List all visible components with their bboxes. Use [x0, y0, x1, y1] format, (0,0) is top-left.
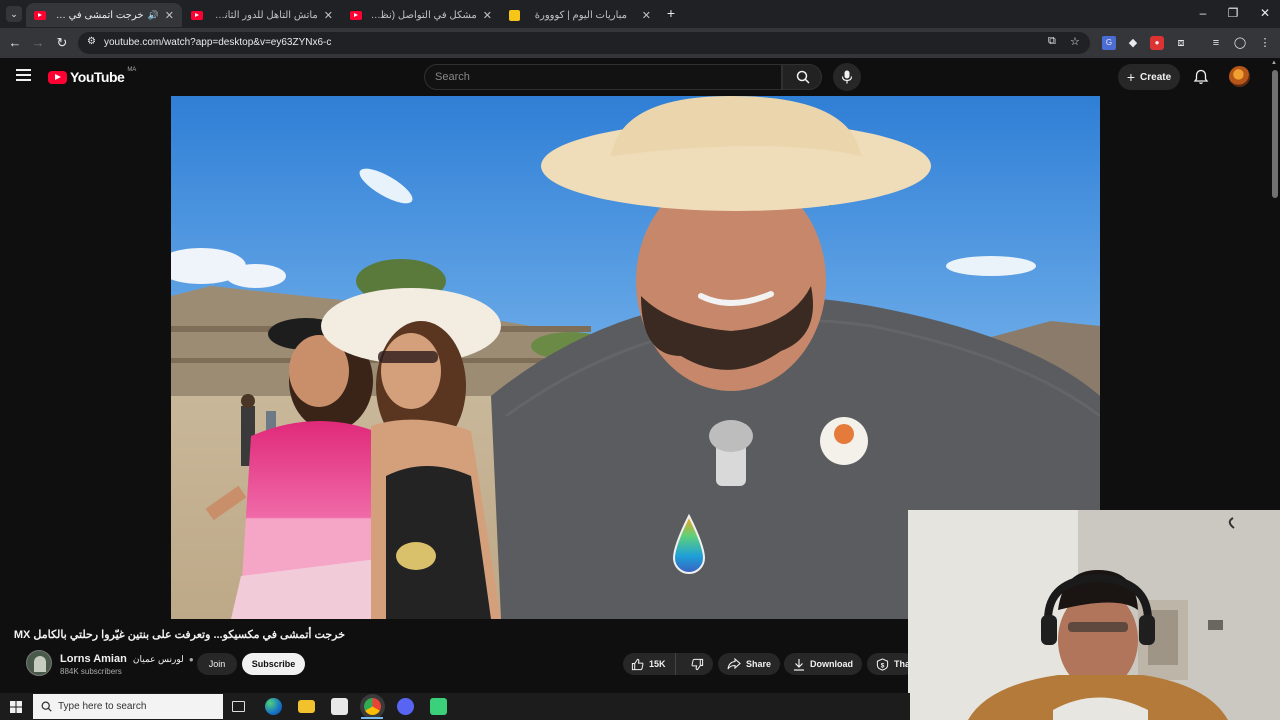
- video-title: خرجت أتمشى في مكسيكو... وتعرفت على بنتين…: [13, 629, 345, 641]
- taskbar-search-input[interactable]: Type here to search: [33, 694, 223, 719]
- webcam-frame: [908, 510, 1280, 720]
- download-icon: [794, 658, 804, 671]
- mic-icon: [841, 70, 853, 84]
- taskbar-search-placeholder: Type here to search: [58, 701, 147, 712]
- create-button[interactable]: + Create: [1118, 64, 1180, 90]
- like-dislike-group: 15K: [623, 653, 713, 675]
- create-label: Create: [1140, 71, 1172, 83]
- search-input[interactable]: Search: [424, 64, 782, 90]
- windows-icon[interactable]: [10, 701, 22, 713]
- search-icon: [796, 70, 810, 84]
- diamond-extension-icon[interactable]: ◆: [1126, 36, 1140, 50]
- scroll-up-arrow-icon[interactable]: ▲: [1271, 60, 1277, 66]
- new-tab-button[interactable]: +: [664, 5, 678, 21]
- tab-close-icon[interactable]: ✕: [477, 9, 492, 22]
- task-view-icon[interactable]: [232, 701, 245, 712]
- store-icon[interactable]: [331, 698, 348, 715]
- address-bar[interactable]: ⚙ youtube.com/watch?app=desktop&v=ey63ZY…: [78, 32, 1090, 54]
- translate-extension-icon[interactable]: G: [1102, 36, 1116, 50]
- youtube-logo[interactable]: YouTube MA: [48, 67, 137, 86]
- reload-button[interactable]: ↻: [53, 35, 71, 51]
- menu-icon[interactable]: [16, 69, 31, 81]
- app-green-icon[interactable]: [430, 698, 447, 715]
- close-window-button[interactable]: ✕: [1250, 6, 1280, 20]
- tab-close-icon[interactable]: ✕: [159, 9, 174, 22]
- browser-tab-2[interactable]: ماتش التأهل للدور الثاني؟ (التشكيلة ✕: [183, 3, 341, 27]
- browser-toolbar: ← → ↻ ⚙ youtube.com/watch?app=desktop&v=…: [0, 28, 1280, 58]
- youtube-favicon-icon: [350, 10, 362, 20]
- search-icon: [41, 701, 52, 712]
- file-explorer-icon[interactable]: [298, 700, 315, 713]
- tab-search-button[interactable]: ⌄: [6, 6, 22, 22]
- thanks-icon: $: [876, 657, 889, 671]
- profile-icon[interactable]: ◯: [1233, 36, 1247, 50]
- browser-tab-strip: ⌄ خرجت أتمشى في مكسيكو... 🔊 ✕ ماتش التأه…: [0, 0, 1280, 28]
- search-placeholder: Search: [435, 71, 470, 83]
- youtube-logo-text: YouTube: [70, 69, 125, 85]
- country-code: MA: [127, 67, 137, 73]
- youtube-header: YouTube MA Search + Create: [0, 58, 1280, 96]
- verified-badge-icon: ●: [188, 655, 194, 664]
- dislike-button[interactable]: [681, 653, 713, 675]
- back-button[interactable]: ←: [6, 35, 24, 50]
- edge-icon[interactable]: [265, 698, 282, 715]
- like-button[interactable]: 15K: [623, 653, 677, 675]
- dislike-icon: [691, 658, 703, 670]
- bell-icon[interactable]: [1193, 69, 1209, 85]
- media-controls-icon[interactable]: ≡: [1209, 36, 1223, 50]
- download-button[interactable]: Download: [784, 653, 862, 675]
- extensions-puzzle-icon[interactable]: ⧈: [1174, 36, 1188, 50]
- chrome-icon[interactable]: [364, 698, 381, 715]
- scrollbar-thumb[interactable]: [1272, 70, 1278, 198]
- svg-text:$: $: [881, 662, 885, 669]
- browser-tab-4[interactable]: مباريات اليوم | كووورة ✕: [501, 3, 659, 27]
- tab-title: خرجت أتمشى في مكسيكو...: [52, 9, 144, 21]
- like-count: 15K: [649, 659, 666, 669]
- tab-title: ماتش التأهل للدور الثاني؟ (التشكيلة: [209, 9, 318, 21]
- youtube-favicon-icon: [191, 10, 203, 20]
- install-app-icon[interactable]: ⧉: [1048, 35, 1056, 48]
- restore-button[interactable]: ❐: [1218, 6, 1248, 20]
- join-button[interactable]: Join: [197, 653, 237, 675]
- windows-taskbar: Type here to search: [0, 693, 910, 720]
- red-extension-icon[interactable]: ●: [1150, 36, 1164, 50]
- account-avatar[interactable]: [1229, 66, 1250, 87]
- youtube-play-logo-icon: [48, 70, 67, 84]
- chrome-menu-icon[interactable]: ⋮: [1258, 36, 1272, 50]
- channel-name[interactable]: Lorns Amian لورنس عميان ●: [60, 653, 194, 665]
- search-button[interactable]: [782, 64, 822, 90]
- webcam-overlay: [908, 510, 1280, 720]
- youtube-favicon-icon: [34, 10, 46, 20]
- browser-tab-1[interactable]: خرجت أتمشى في مكسيكو... 🔊 ✕: [26, 3, 182, 27]
- share-icon: [727, 658, 741, 670]
- channel-avatar[interactable]: [26, 650, 52, 676]
- discord-icon[interactable]: [397, 698, 414, 715]
- share-button[interactable]: Share: [718, 653, 781, 675]
- subscribe-button[interactable]: Subscribe: [242, 653, 305, 675]
- url-text: youtube.com/watch?app=desktop&v=ey63ZYNx…: [104, 37, 332, 48]
- like-icon: [631, 658, 644, 670]
- forward-button[interactable]: →: [29, 35, 47, 50]
- tab-title: مباريات اليوم | كووورة: [534, 9, 628, 21]
- bookmark-star-icon[interactable]: ☆: [1070, 35, 1080, 48]
- site-info-icon[interactable]: ⚙: [87, 36, 96, 47]
- subscriber-count: 884K subscribers: [60, 667, 122, 676]
- browser-tab-3[interactable]: مشكل في التواصل (نظرية البراكين ✕: [342, 3, 500, 27]
- voice-search-button[interactable]: [833, 63, 861, 91]
- tab-close-icon[interactable]: ✕: [636, 9, 651, 22]
- speaker-icon: 🔊: [147, 9, 159, 20]
- plus-icon: +: [1126, 69, 1136, 85]
- active-app-indicator: [361, 717, 383, 719]
- minimize-button[interactable]: –: [1188, 6, 1218, 20]
- kooora-favicon-icon: [509, 9, 520, 21]
- tab-close-icon[interactable]: ✕: [318, 9, 333, 22]
- tab-title: مشكل في التواصل (نظرية البراكين: [368, 9, 477, 21]
